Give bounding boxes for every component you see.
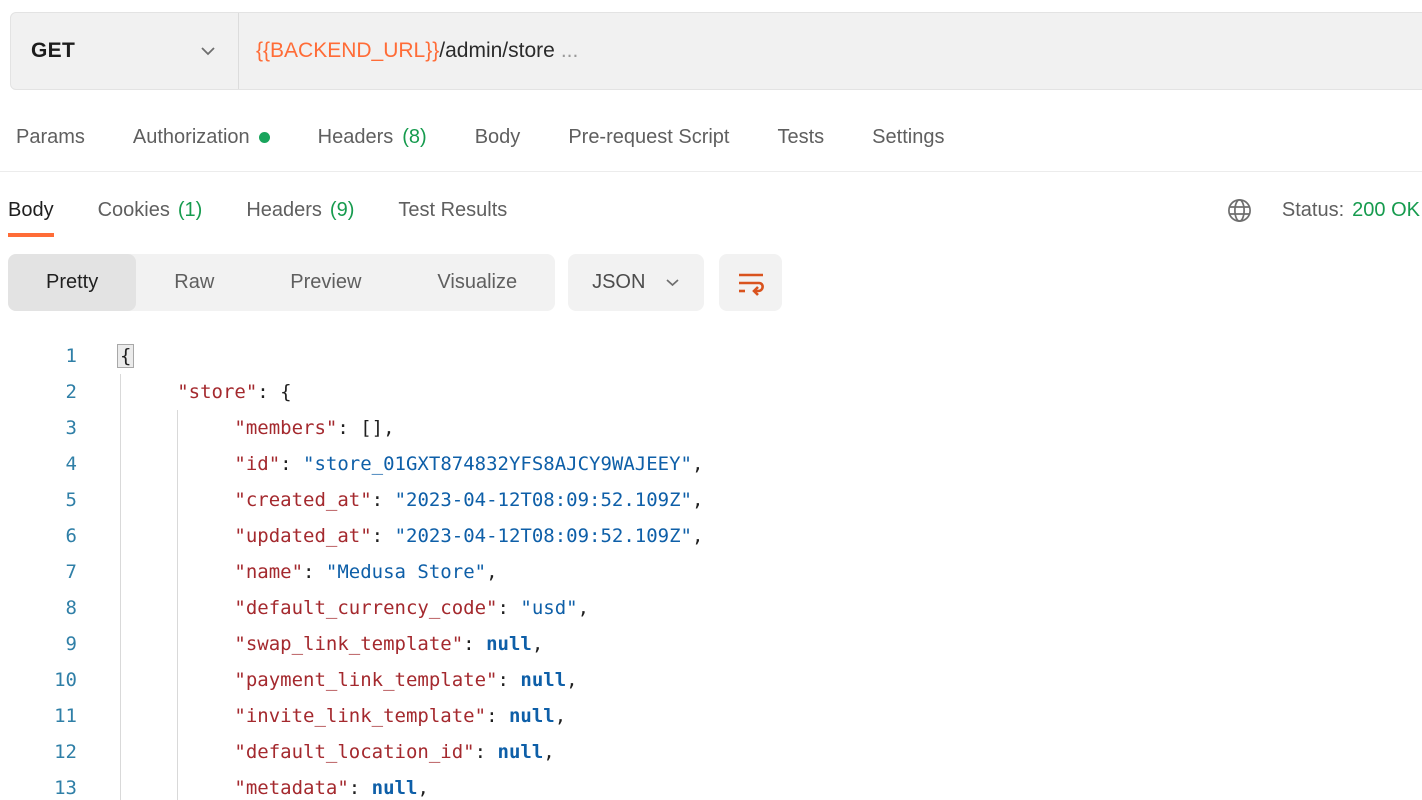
request-tab-authorization[interactable]: Authorization bbox=[133, 126, 270, 149]
status-value: 200 OK bbox=[1352, 199, 1420, 222]
line-number: 4 bbox=[0, 446, 77, 482]
request-tab-body[interactable]: Body bbox=[475, 126, 521, 149]
method-label: GET bbox=[31, 39, 75, 63]
response-view-toolbar: PrettyRawPreviewVisualize JSON bbox=[8, 254, 782, 311]
response-body-editor[interactable]: 1{2 "store": {3 "members": [],4 "id": "s… bbox=[0, 338, 1422, 800]
tab-label: Body bbox=[8, 199, 54, 222]
code-line: 7 "name": "Medusa Store", bbox=[0, 554, 1422, 590]
matched-bracket: { bbox=[117, 344, 134, 368]
response-status: Status: 200 OK bbox=[1225, 183, 1422, 237]
line-number: 11 bbox=[0, 698, 77, 734]
request-url-bar: GET {{BACKEND_URL}}/admin/store... bbox=[10, 12, 1422, 90]
tab-label: Headers bbox=[318, 126, 394, 149]
method-select[interactable]: GET bbox=[11, 13, 239, 89]
status-label: Status: bbox=[1282, 199, 1344, 222]
code-line: 3 "members": [], bbox=[0, 410, 1422, 446]
view-tab-preview[interactable]: Preview bbox=[252, 254, 399, 311]
code-line: 10 "payment_link_template": null, bbox=[0, 662, 1422, 698]
globe-icon[interactable] bbox=[1225, 196, 1254, 225]
line-content: "name": "Medusa Store", bbox=[77, 554, 498, 590]
format-select[interactable]: JSON bbox=[568, 254, 704, 311]
line-number: 7 bbox=[0, 554, 77, 590]
line-number: 3 bbox=[0, 410, 77, 446]
code-line: 11 "invite_link_template": null, bbox=[0, 698, 1422, 734]
line-content: "members": [], bbox=[77, 410, 395, 446]
line-content: { bbox=[77, 338, 131, 374]
code-line: 6 "updated_at": "2023-04-12T08:09:52.109… bbox=[0, 518, 1422, 554]
url-variable: {{BACKEND_URL}} bbox=[256, 39, 439, 63]
format-selected: JSON bbox=[592, 271, 645, 294]
url-input[interactable]: {{BACKEND_URL}}/admin/store... bbox=[239, 13, 578, 89]
tab-count-badge: (9) bbox=[330, 199, 354, 222]
auth-configured-dot-icon bbox=[259, 132, 270, 143]
line-number: 5 bbox=[0, 482, 77, 518]
request-tabs: Params Authorization Headers (8) Body Pre-req… bbox=[0, 104, 1422, 172]
request-tab-pre-request-script[interactable]: Pre-request Script bbox=[568, 126, 729, 149]
response-tab-cookies[interactable]: Cookies (1) bbox=[98, 183, 203, 237]
line-content: "default_currency_code": "usd", bbox=[77, 590, 589, 626]
code-lines: 1{2 "store": {3 "members": [],4 "id": "s… bbox=[0, 338, 1422, 800]
tab-label: Tests bbox=[777, 126, 824, 149]
tab-label: Params bbox=[16, 126, 85, 149]
chevron-down-icon bbox=[665, 278, 680, 287]
line-number: 12 bbox=[0, 734, 77, 770]
tab-label: Headers bbox=[246, 199, 322, 222]
request-tab-settings[interactable]: Settings bbox=[872, 126, 944, 149]
response-tab-headers[interactable]: Headers (9) bbox=[246, 183, 354, 237]
code-line: 13 "metadata": null, bbox=[0, 770, 1422, 800]
code-line: 2 "store": { bbox=[0, 374, 1422, 410]
line-content: "updated_at": "2023-04-12T08:09:52.109Z"… bbox=[77, 518, 703, 554]
tab-label: Test Results bbox=[398, 199, 507, 222]
url-path: /admin/store bbox=[439, 39, 555, 63]
line-number: 8 bbox=[0, 590, 77, 626]
line-content: "store": { bbox=[77, 374, 292, 410]
line-content: "metadata": null, bbox=[77, 770, 429, 800]
tab-count-badge: (8) bbox=[402, 126, 426, 149]
view-mode-segments: PrettyRawPreviewVisualize bbox=[8, 254, 555, 311]
response-tab-test-results[interactable]: Test Results bbox=[398, 183, 507, 237]
code-line: 5 "created_at": "2023-04-12T08:09:52.109… bbox=[0, 482, 1422, 518]
request-tab-headers[interactable]: Headers (8) bbox=[318, 126, 427, 149]
code-line: 8 "default_currency_code": "usd", bbox=[0, 590, 1422, 626]
tab-count-badge: (1) bbox=[178, 199, 202, 222]
tab-label: Body bbox=[475, 126, 521, 149]
url-truncation: ... bbox=[561, 39, 579, 63]
line-content: "id": "store_01GXT874832YFS8AJCY9WAJEEY"… bbox=[77, 446, 703, 482]
request-tab-params[interactable]: Params bbox=[16, 126, 85, 149]
line-number: 2 bbox=[0, 374, 77, 410]
line-number: 13 bbox=[0, 770, 77, 800]
line-content: "created_at": "2023-04-12T08:09:52.109Z"… bbox=[77, 482, 703, 518]
line-content: "default_location_id": null, bbox=[77, 734, 555, 770]
indent-guide bbox=[177, 410, 178, 800]
line-content: "payment_link_template": null, bbox=[77, 662, 578, 698]
tab-label: Settings bbox=[872, 126, 944, 149]
wrap-line-button[interactable] bbox=[719, 254, 782, 311]
line-number: 10 bbox=[0, 662, 77, 698]
line-number: 6 bbox=[0, 518, 77, 554]
code-line: 4 "id": "store_01GXT874832YFS8AJCY9WAJEE… bbox=[0, 446, 1422, 482]
response-header: Body Cookies (1) Headers (9) Test Results Sta… bbox=[0, 183, 1422, 237]
tab-label: Cookies bbox=[98, 199, 170, 222]
view-tab-visualize[interactable]: Visualize bbox=[399, 254, 555, 311]
request-tab-tests[interactable]: Tests bbox=[777, 126, 824, 149]
code-line: 12 "default_location_id": null, bbox=[0, 734, 1422, 770]
response-tabs: Body Cookies (1) Headers (9) Test Results bbox=[0, 183, 507, 237]
chevron-down-icon bbox=[200, 46, 216, 56]
wrap-line-icon bbox=[735, 268, 767, 298]
code-line: 9 "swap_link_template": null, bbox=[0, 626, 1422, 662]
response-tab-body[interactable]: Body bbox=[8, 183, 54, 237]
tab-label: Pre-request Script bbox=[568, 126, 729, 149]
line-number: 1 bbox=[0, 338, 77, 374]
line-content: "invite_link_template": null, bbox=[77, 698, 566, 734]
status-text: Status: 200 OK bbox=[1282, 199, 1420, 222]
line-number: 9 bbox=[0, 626, 77, 662]
tab-label: Authorization bbox=[133, 126, 250, 149]
view-tab-raw[interactable]: Raw bbox=[136, 254, 252, 311]
view-tab-pretty[interactable]: Pretty bbox=[8, 254, 136, 311]
code-line: 1{ bbox=[0, 338, 1422, 374]
indent-guide bbox=[120, 374, 121, 800]
line-content: "swap_link_template": null, bbox=[77, 626, 543, 662]
